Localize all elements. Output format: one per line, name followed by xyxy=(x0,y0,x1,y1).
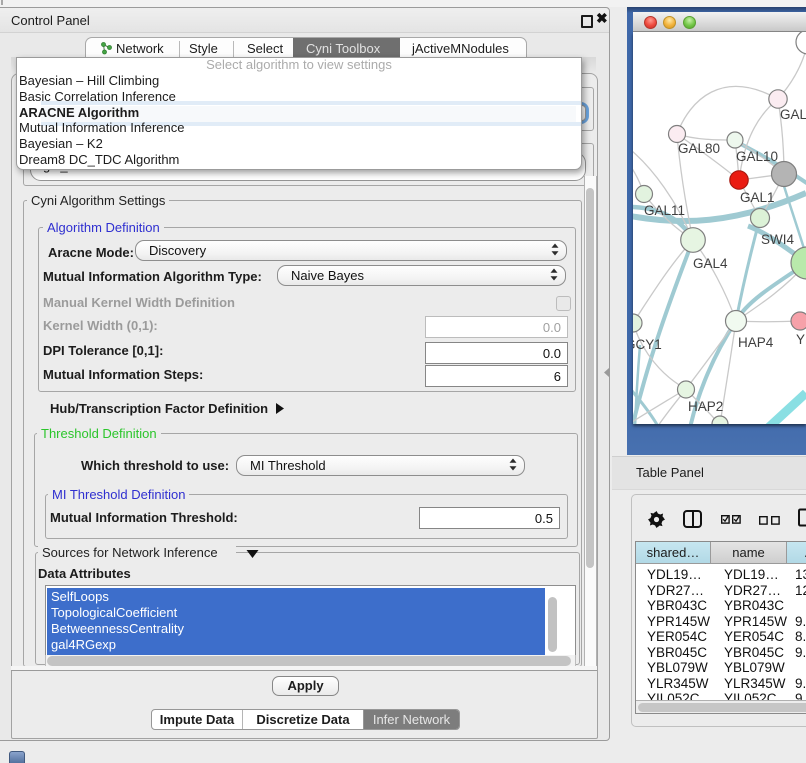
svg-text:GAL10: GAL10 xyxy=(736,149,778,164)
svg-text:GAL8: GAL8 xyxy=(780,107,806,122)
svg-text:HAP2: HAP2 xyxy=(688,399,723,414)
svg-text:GCY1: GCY1 xyxy=(633,337,662,352)
svg-text:HAP4: HAP4 xyxy=(738,335,774,350)
svg-text:GAL1: GAL1 xyxy=(740,190,775,205)
svg-text:Y: Y xyxy=(796,332,805,347)
svg-text:GAL4: GAL4 xyxy=(693,256,728,271)
svg-text:GAL80: GAL80 xyxy=(678,141,720,156)
svg-text:SWI4: SWI4 xyxy=(761,232,794,247)
svg-text:GAL11: GAL11 xyxy=(644,203,685,218)
